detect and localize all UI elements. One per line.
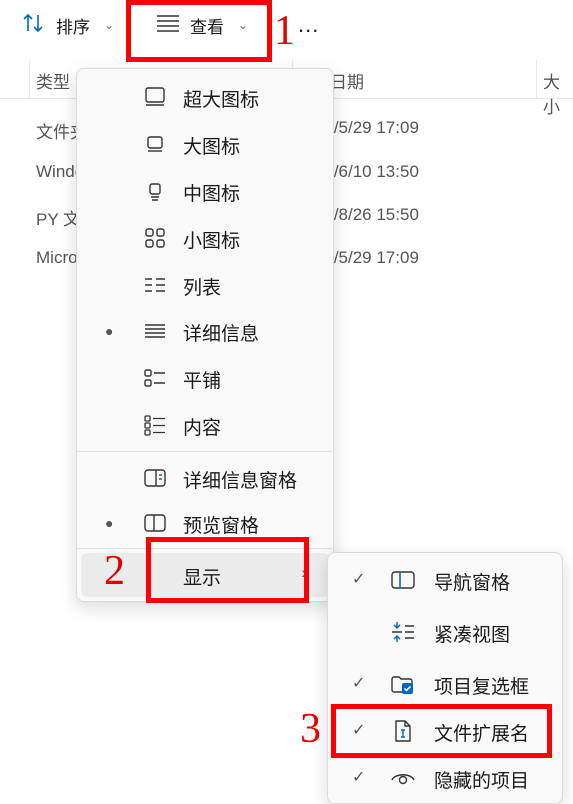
submenu-item-navigation-pane[interactable]: ✓ 导航窗格 bbox=[332, 557, 558, 603]
annotation-number-3: 3 bbox=[300, 706, 321, 752]
submenu-item-hidden-items[interactable]: ✓ 隐藏的项目 bbox=[332, 755, 558, 801]
preview-pane-icon bbox=[143, 512, 167, 534]
menu-item-details[interactable]: ● 详细信息 bbox=[81, 309, 329, 353]
menu-item-label: 详细信息 bbox=[183, 324, 260, 345]
column-divider[interactable] bbox=[29, 60, 30, 98]
checkmark-icon: ✓ bbox=[352, 675, 366, 692]
annotation-box-file-extensions bbox=[331, 704, 552, 758]
menu-item-tiles[interactable]: 平铺 bbox=[81, 356, 329, 400]
content-icon bbox=[143, 414, 167, 436]
medium-icons-icon bbox=[143, 180, 167, 202]
menu-item-label: 内容 bbox=[183, 418, 222, 439]
menu-item-list[interactable]: 列表 bbox=[81, 263, 329, 307]
menu-item-details-pane[interactable]: 详细信息窗格 bbox=[81, 456, 329, 500]
annotation-box-view bbox=[126, 0, 272, 62]
checkmark-icon: ✓ bbox=[352, 769, 366, 786]
menu-item-label: 超大图标 bbox=[183, 90, 260, 111]
selected-bullet-icon: ● bbox=[105, 515, 114, 531]
column-divider[interactable] bbox=[536, 60, 537, 98]
sort-label: 排序 bbox=[56, 17, 90, 37]
submenu-item-label: 项目复选框 bbox=[434, 677, 530, 698]
sort-button[interactable]: 排序 ⌄ bbox=[22, 8, 114, 42]
large-icons-icon bbox=[143, 133, 167, 155]
menu-item-content[interactable]: 内容 bbox=[81, 403, 329, 447]
compact-view-icon bbox=[390, 621, 416, 643]
show-submenu: ✓ 导航窗格 紧凑视图 ✓ 项目复选框 ✓ 文件扩展名 ✓ 隐藏的项目 bbox=[327, 552, 563, 804]
menu-item-small-icons[interactable]: 小图标 bbox=[81, 216, 329, 260]
menu-item-large-icons[interactable]: 大图标 bbox=[81, 122, 329, 166]
menu-item-label: 平铺 bbox=[183, 371, 222, 392]
annotation-box-show bbox=[146, 537, 309, 603]
details-pane-icon bbox=[143, 467, 167, 489]
tiles-icon bbox=[143, 367, 167, 389]
sort-icon bbox=[22, 12, 46, 39]
menu-item-label: 大图标 bbox=[183, 137, 241, 158]
hidden-items-icon bbox=[390, 767, 416, 789]
checkmark-icon: ✓ bbox=[352, 571, 366, 588]
chevron-down-icon: ⌄ bbox=[104, 18, 115, 32]
navigation-pane-icon bbox=[390, 569, 416, 591]
submenu-item-label: 紧凑视图 bbox=[434, 625, 511, 646]
submenu-item-label: 隐藏的项目 bbox=[434, 771, 530, 792]
submenu-item-item-checkboxes[interactable]: ✓ 项目复选框 bbox=[332, 661, 558, 707]
menu-item-medium-icons[interactable]: 中图标 bbox=[81, 169, 329, 213]
selected-bullet-icon: ● bbox=[105, 323, 114, 339]
menu-separator bbox=[77, 451, 333, 452]
menu-item-label: 预览窗格 bbox=[183, 516, 260, 537]
annotation-number-1: 1 bbox=[274, 8, 295, 54]
menu-item-label: 中图标 bbox=[183, 184, 241, 205]
annotation-number-2: 2 bbox=[104, 548, 125, 594]
column-header-type[interactable]: 类型 bbox=[36, 68, 70, 93]
small-icons-icon bbox=[143, 227, 167, 249]
view-menu: 超大图标 大图标 中图标 小图标 列表 ● 详细信息 平铺 内容 详细信息窗格 … bbox=[76, 68, 334, 602]
list-icon bbox=[143, 274, 167, 296]
menu-item-label: 小图标 bbox=[183, 231, 241, 252]
menu-item-extra-large-icons[interactable]: 超大图标 bbox=[81, 75, 329, 119]
item-checkbox-icon bbox=[390, 673, 416, 695]
menu-item-label: 列表 bbox=[183, 278, 222, 299]
submenu-item-compact-view[interactable]: 紧凑视图 bbox=[332, 609, 558, 655]
submenu-item-label: 导航窗格 bbox=[434, 573, 511, 594]
details-icon bbox=[143, 320, 167, 342]
more-options-button[interactable]: ... bbox=[298, 12, 319, 38]
extra-large-icons-icon bbox=[143, 86, 167, 108]
menu-item-label: 详细信息窗格 bbox=[183, 471, 298, 492]
